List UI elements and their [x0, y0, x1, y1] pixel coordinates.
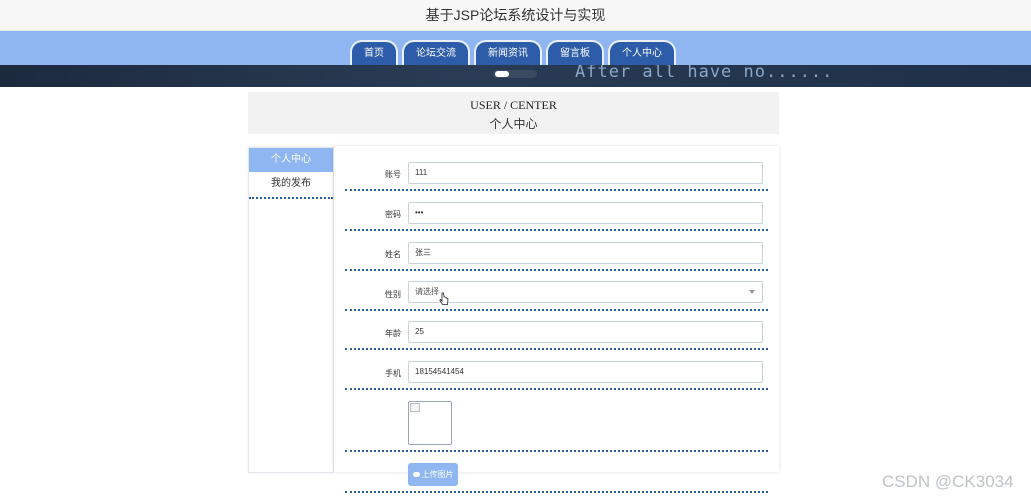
page-title-zh: 个人中心	[489, 117, 538, 131]
password-input[interactable]: •••	[408, 202, 763, 224]
sidebar-divider	[249, 197, 333, 199]
form-row-account: 账号 111	[345, 162, 768, 191]
age-input[interactable]: 25	[408, 321, 763, 343]
nav-tabs: 首页 论坛交流 新闻资讯 留言板 个人中心	[350, 40, 676, 65]
tab-personal-center[interactable]: 个人中心	[608, 40, 676, 65]
tab-news[interactable]: 新闻资讯	[474, 40, 542, 65]
age-label: 年龄	[385, 329, 401, 338]
form-row-phone: 手机 18154541454	[345, 360, 768, 390]
banner-text: After all have no......	[575, 65, 834, 82]
upload-image-button[interactable]: 上传图片	[408, 463, 458, 486]
broken-image-icon	[410, 403, 420, 412]
tab-forum[interactable]: 论坛交流	[402, 40, 470, 65]
watermark: CSDN @CK3034	[882, 472, 1014, 491]
top-navbar: 首页 论坛交流 新闻资讯 留言板 个人中心	[0, 31, 1031, 65]
site-title: 基于JSP论坛系统设计与实现	[0, 0, 1031, 31]
account-label: 账号	[385, 170, 401, 179]
page-title-en: USER / CENTER	[470, 98, 557, 112]
name-label: 姓名	[385, 250, 401, 259]
carousel-indicator[interactable]	[493, 70, 537, 78]
phone-input[interactable]: 18154541454	[408, 361, 763, 383]
upload-image-label: 上传图片	[421, 470, 454, 479]
gender-select-value: 请选择	[415, 287, 439, 296]
account-input[interactable]: 111	[408, 162, 763, 184]
phone-label: 手机	[385, 369, 401, 378]
gender-select[interactable]: 请选择	[408, 281, 763, 303]
form-divider	[345, 491, 768, 493]
mouse-pointer-icon	[439, 292, 449, 305]
form-row-password: 密码 •••	[345, 201, 768, 231]
form-row-gender: 性别 请选择	[345, 281, 768, 311]
gender-label: 性别	[385, 290, 401, 299]
avatar-preview	[408, 401, 452, 445]
sidebar-item-personal-center[interactable]: 个人中心	[249, 148, 333, 172]
banner-carousel: After all have no......	[0, 65, 1031, 87]
tab-home[interactable]: 首页	[350, 40, 398, 65]
carousel-dot-active[interactable]	[495, 71, 509, 77]
form-row-age: 年龄 25	[345, 320, 768, 350]
tab-message-board[interactable]: 留言板	[546, 40, 604, 65]
sidebar: 个人中心 我的发布	[248, 147, 334, 473]
chevron-down-icon	[749, 290, 755, 294]
cloud-upload-icon	[412, 472, 420, 478]
name-input[interactable]: 张三	[408, 242, 763, 264]
sidebar-item-my-posts[interactable]: 我的发布	[249, 172, 333, 196]
form-row-name: 姓名 张三	[345, 241, 768, 271]
page-header: USER / CENTER 个人中心	[248, 92, 779, 134]
profile-form: 账号 111 密码 ••• 姓名 张三 性别 请选择 年龄 25 手机 1815…	[334, 146, 779, 472]
password-label: 密码	[385, 210, 401, 219]
